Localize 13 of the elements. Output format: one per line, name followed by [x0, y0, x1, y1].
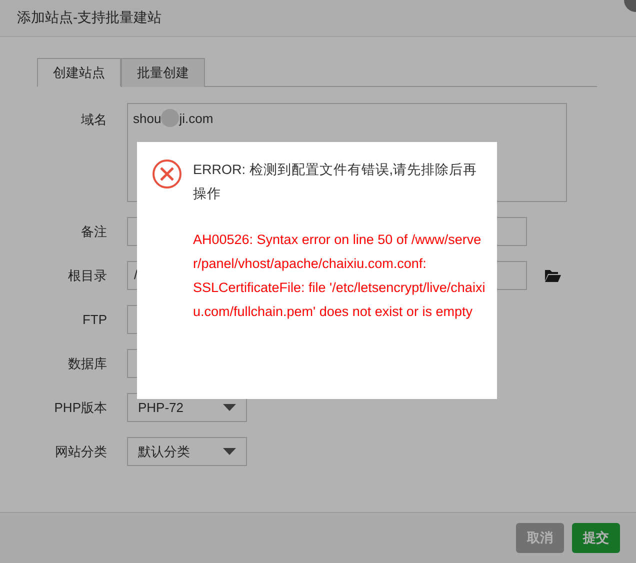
field-label: 备注: [80, 222, 107, 240]
error-detail: AH00526: Syntax error on line 50 of /www/server/panel/vhost/apache/chaixiu.com.conf:: [193, 231, 482, 273]
field-label: 网站分类: [54, 442, 107, 460]
dialog-title: 添加站点-支持批量建站: [17, 9, 162, 27]
error-detail: SSLCertificateFile: file '/etc/letsencrypt/live/chaixiu.com/fullchain.pem' does not exist or is empty: [193, 279, 486, 321]
domain-text: shou: [133, 111, 162, 126]
field-label: 域名: [80, 111, 107, 129]
field-label: 数据库: [67, 354, 107, 372]
field-label: FTP: [81, 312, 107, 327]
field-label: 根目录: [67, 266, 107, 284]
error-heading: ERROR: 检测到配置文件有错误,请先排除后再操作: [193, 161, 478, 203]
field-label: PHP版本: [53, 398, 107, 416]
domain-text: ji.com: [179, 111, 214, 126]
